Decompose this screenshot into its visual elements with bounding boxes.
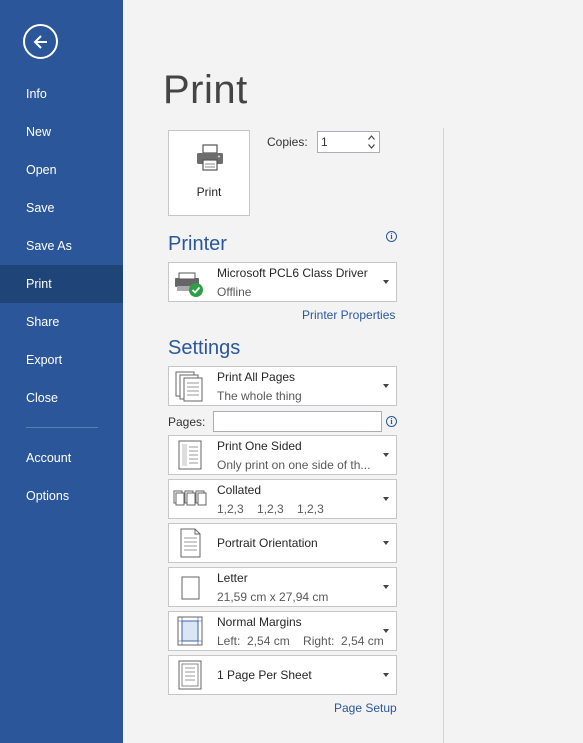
nav-open[interactable]: Open xyxy=(0,151,123,189)
page-title: Print xyxy=(163,68,248,112)
dropdown-arrow-icon xyxy=(383,280,389,284)
collation-dropdown[interactable]: Collated 1,2,3 1,2,3 1,2,3 xyxy=(168,479,397,519)
paper-size-dropdown[interactable]: Letter 21,59 cm x 27,94 cm xyxy=(168,567,397,607)
pages-stack-icon xyxy=(175,371,203,402)
copies-decrement[interactable] xyxy=(366,142,377,151)
printer-ready-icon xyxy=(175,272,203,297)
printer-dropdown[interactable]: Microsoft PCL6 Class Driver Offline xyxy=(168,262,397,302)
copies-increment[interactable] xyxy=(366,133,377,142)
pages-per-sheet-label: 1 Page Per Sheet xyxy=(217,668,312,682)
copies-input[interactable] xyxy=(321,134,365,150)
margins-label: Normal Margins xyxy=(217,615,302,629)
printer-properties-link[interactable]: Printer Properties xyxy=(302,308,395,322)
paper-size-label: Letter xyxy=(217,571,248,585)
back-button[interactable] xyxy=(23,24,58,59)
nav-share[interactable]: Share xyxy=(0,303,123,341)
portrait-page-icon xyxy=(180,528,201,558)
paper-size-desc: 21,59 cm x 27,94 cm xyxy=(217,590,329,604)
pages-label: Pages: xyxy=(168,415,206,429)
printer-icon xyxy=(197,144,223,171)
printer-status: Offline xyxy=(217,285,252,299)
copies-label: Copies: xyxy=(267,135,308,149)
nav-close[interactable]: Close xyxy=(0,379,123,417)
sides-dropdown[interactable]: Print One Sided Only print on one side o… xyxy=(168,435,397,475)
printer-name: Microsoft PCL6 Class Driver xyxy=(217,266,368,280)
nav-account[interactable]: Account xyxy=(0,439,123,477)
sides-label: Print One Sided xyxy=(217,439,302,453)
dropdown-arrow-icon xyxy=(383,673,389,677)
collation-label: Collated xyxy=(217,483,262,497)
collation-desc: 1,2,3 1,2,3 1,2,3 xyxy=(217,502,324,516)
orientation-label: Portrait Orientation xyxy=(217,536,318,550)
nav-export[interactable]: Export xyxy=(0,341,123,379)
margins-icon xyxy=(177,616,203,646)
chevron-down-icon xyxy=(368,144,375,149)
orientation-dropdown[interactable]: Portrait Orientation xyxy=(168,523,397,563)
dropdown-arrow-icon xyxy=(383,497,389,501)
print-range-dropdown[interactable]: Print All Pages The whole thing xyxy=(168,366,397,406)
dropdown-arrow-icon xyxy=(383,629,389,633)
preview-divider xyxy=(443,128,444,743)
chevron-up-icon xyxy=(368,135,375,140)
printer-info-icon[interactable]: i xyxy=(386,231,397,242)
print-button[interactable]: Print xyxy=(168,130,250,216)
pages-input[interactable] xyxy=(213,411,382,432)
nav-new[interactable]: New xyxy=(0,113,123,151)
dropdown-arrow-icon xyxy=(383,541,389,545)
nav-divider xyxy=(26,427,98,428)
margins-dropdown[interactable]: Normal Margins Left: 2,54 cm Right: 2,54… xyxy=(168,611,397,651)
dropdown-arrow-icon xyxy=(383,453,389,457)
nav-info[interactable]: Info xyxy=(0,75,123,113)
dropdown-arrow-icon xyxy=(383,384,389,388)
sides-desc: Only print on one side of th... xyxy=(217,458,371,472)
nav-print[interactable]: Print xyxy=(0,265,123,303)
copies-spinner xyxy=(317,131,380,153)
back-arrow-icon xyxy=(33,34,47,49)
margins-desc: Left: 2,54 cm Right: 2,54 cm xyxy=(217,634,384,648)
print-button-label: Print xyxy=(196,185,222,199)
collated-icon xyxy=(173,490,207,506)
pages-per-sheet-icon xyxy=(178,660,202,690)
backstage-sidebar: Info New Open Save Save As Print Share E… xyxy=(0,0,123,743)
dropdown-arrow-icon xyxy=(383,585,389,589)
nav-save[interactable]: Save xyxy=(0,189,123,227)
nav-options[interactable]: Options xyxy=(0,477,123,515)
paper-size-icon xyxy=(181,576,200,600)
print-range-label: Print All Pages xyxy=(217,370,296,384)
nav-save-as[interactable]: Save As xyxy=(0,227,123,265)
one-sided-page-icon xyxy=(178,440,202,470)
printer-section-title: Printer xyxy=(168,233,227,255)
pages-per-sheet-dropdown[interactable]: 1 Page Per Sheet xyxy=(168,655,397,695)
print-range-desc: The whole thing xyxy=(217,389,302,403)
pages-info-icon[interactable]: i xyxy=(386,416,397,427)
settings-section-title: Settings xyxy=(168,337,241,359)
page-setup-link[interactable]: Page Setup xyxy=(334,701,397,715)
